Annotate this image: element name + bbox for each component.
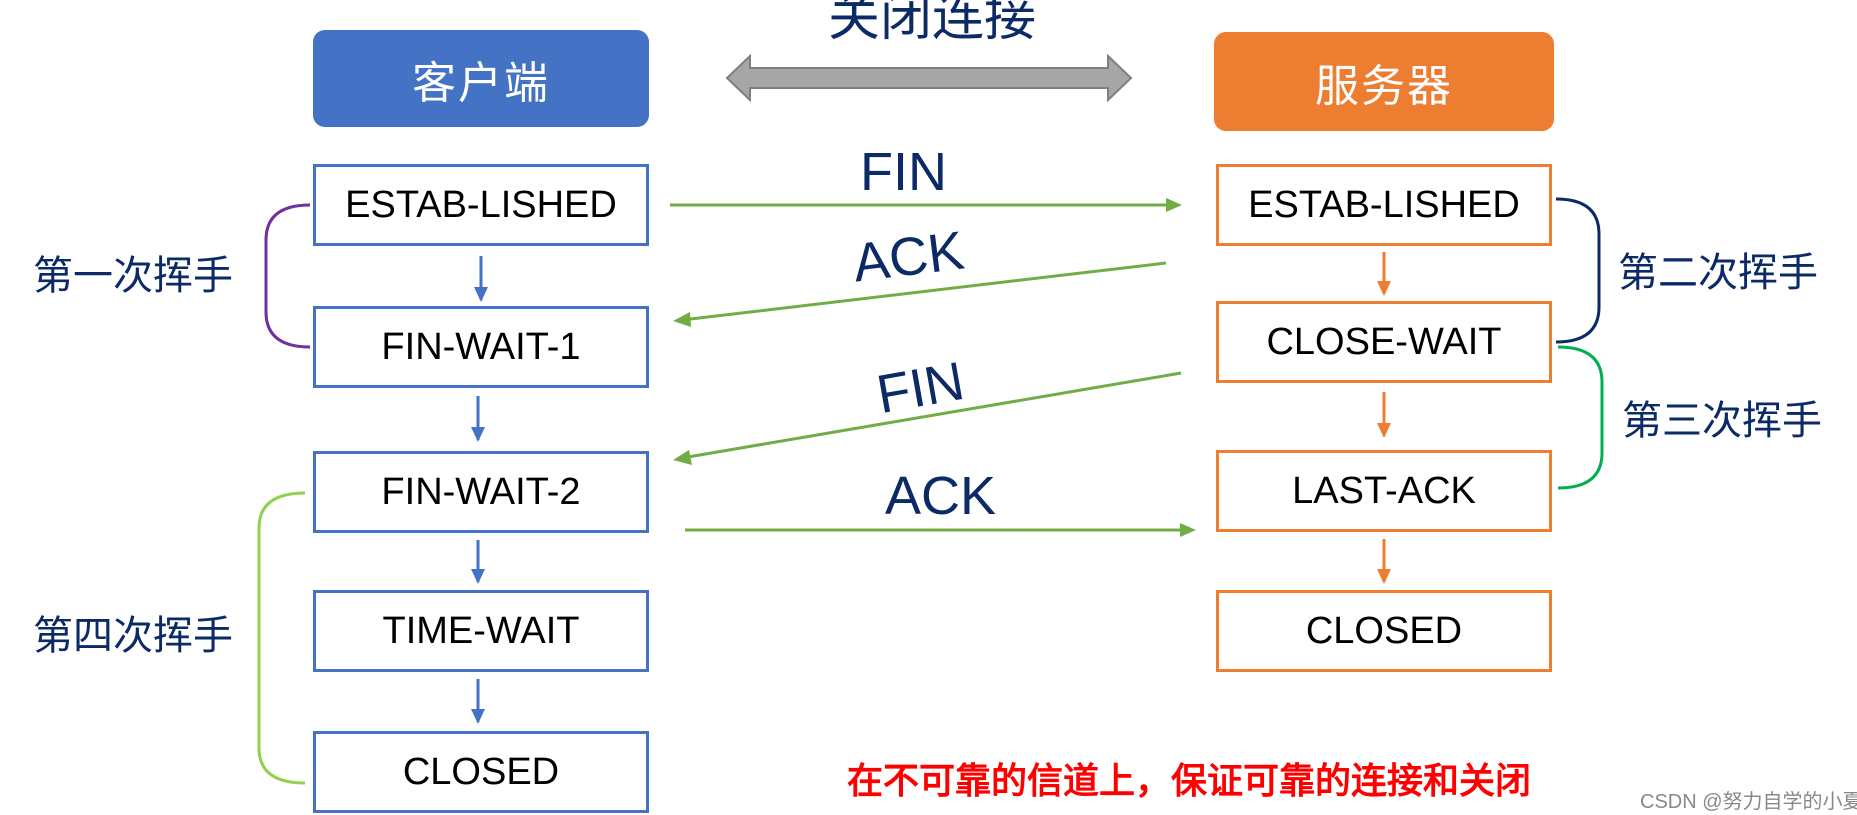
client-state-fin-wait-1: FIN-WAIT-1 [313, 306, 649, 388]
bracket-second-wave [1555, 197, 1601, 344]
server-state-closed: CLOSED [1216, 590, 1552, 672]
message-label-ack-2: ACK [885, 466, 997, 526]
client-header-label: 客户端 [412, 57, 550, 109]
client-arrowhead-1 [474, 287, 488, 302]
client-state-time-wait: TIME-WAIT [313, 590, 649, 672]
client-arrowhead-4 [471, 709, 485, 724]
state-label: ESTAB-LISHED [1248, 183, 1520, 226]
state-label: CLOSE-WAIT [1266, 320, 1502, 363]
state-label: CLOSED [1305, 609, 1463, 652]
state-label: CLOSED [402, 750, 560, 793]
state-label: FIN-WAIT-1 [381, 325, 581, 368]
wave-label-second: 第二次挥手 [1618, 250, 1818, 296]
client-state-fin-wait-2: FIN-WAIT-2 [313, 451, 649, 533]
server-arrowhead-2 [1377, 423, 1391, 438]
client-arrowhead-3 [471, 569, 485, 584]
bracket-fourth-wave [257, 491, 306, 785]
server-state-last-ack: LAST-ACK [1216, 450, 1552, 532]
server-header: 服务器 [1214, 32, 1554, 131]
state-label: TIME-WAIT [382, 609, 580, 652]
client-state-closed: CLOSED [313, 731, 649, 813]
state-label: FIN-WAIT-2 [381, 470, 581, 513]
server-arrowhead-1 [1377, 281, 1391, 296]
client-state-established: ESTAB-LISHED [313, 164, 649, 246]
state-label: ESTAB-LISHED [345, 183, 617, 226]
wave-label-third: 第三次挥手 [1622, 398, 1822, 444]
client-header: 客户端 [313, 30, 649, 127]
reliability-note: 在不可靠的信道上，保证可靠的连接和关闭 [847, 761, 1532, 802]
message-label-fin-1: FIN [860, 142, 947, 202]
server-state-close-wait: CLOSE-WAIT [1216, 301, 1552, 383]
wave-label-fourth: 第四次挥手 [33, 613, 233, 659]
server-arrowhead-3 [1377, 569, 1391, 584]
server-state-established: ESTAB-LISHED [1216, 164, 1552, 246]
diagram-title: 关闭连接 [827, 0, 1036, 48]
client-arrowhead-2 [471, 427, 485, 442]
watermark: CSDN @努力自学的小夏 [1640, 791, 1857, 813]
server-header-label: 服务器 [1315, 60, 1453, 112]
bracket-third-wave [1557, 345, 1604, 490]
bracket-first-wave [264, 203, 311, 349]
wave-label-first: 第一次挥手 [33, 253, 233, 299]
double-arrow-icon [725, 53, 1133, 103]
state-label: LAST-ACK [1292, 469, 1476, 512]
